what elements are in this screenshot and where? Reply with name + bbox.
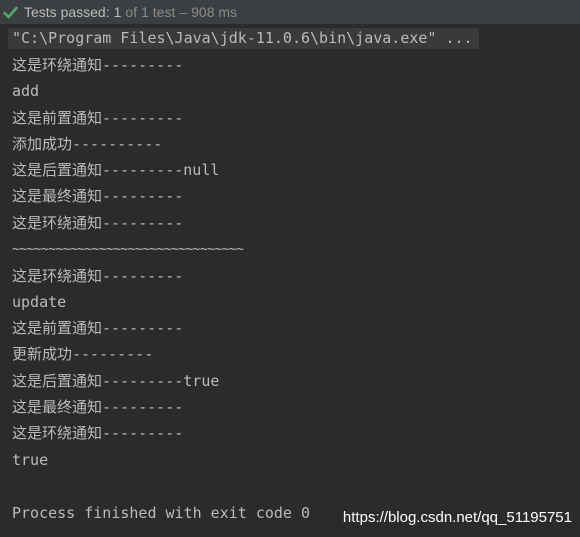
- process-finished-line: Process finished with exit code 0: [12, 504, 311, 522]
- tests-passed-count: 1: [113, 4, 122, 20]
- console-line: 更新成功---------: [12, 345, 154, 363]
- check-icon: [3, 6, 18, 18]
- console-line: 这是环绕通知---------: [12, 214, 184, 232]
- console-line: 这是环绕通知---------: [12, 56, 184, 74]
- console-line: update: [12, 293, 67, 311]
- console-line: 这是后置通知---------true: [12, 372, 220, 390]
- console-line-divider: ~~~~~~~~~~~~~~~~~~~~~~~~~~~~~~~~: [12, 242, 244, 257]
- console-line: 添加成功----------: [12, 135, 163, 153]
- console-line: 这是最终通知---------: [12, 398, 184, 416]
- test-status-bar: Tests passed: 1 of 1 test – 908 ms: [0, 0, 580, 24]
- console-line: 这是最终通知---------: [12, 187, 184, 205]
- console-line: 这是环绕通知---------: [12, 267, 184, 285]
- tests-passed-label: Tests passed:: [24, 4, 110, 20]
- tests-total: 1 test: [141, 4, 176, 20]
- watermark: https://blog.csdn.net/qq_51195751: [342, 509, 572, 526]
- console-line: add: [12, 82, 40, 100]
- console-line: 这是前置通知---------: [12, 319, 184, 337]
- command-line[interactable]: "C:\Program Files\Java\jdk-11.0.6\bin\ja…: [8, 28, 479, 49]
- console-output[interactable]: "C:\Program Files\Java\jdk-11.0.6\bin\ja…: [0, 24, 580, 537]
- console-line: true: [12, 451, 49, 469]
- console-line: 这是环绕通知---------: [12, 424, 184, 442]
- of-label: of: [125, 4, 138, 20]
- separator: –: [179, 4, 188, 20]
- console-line: 这是前置通知---------: [12, 109, 184, 127]
- console-line: 这是后置通知---------null: [12, 161, 220, 179]
- test-duration: 908 ms: [191, 4, 238, 20]
